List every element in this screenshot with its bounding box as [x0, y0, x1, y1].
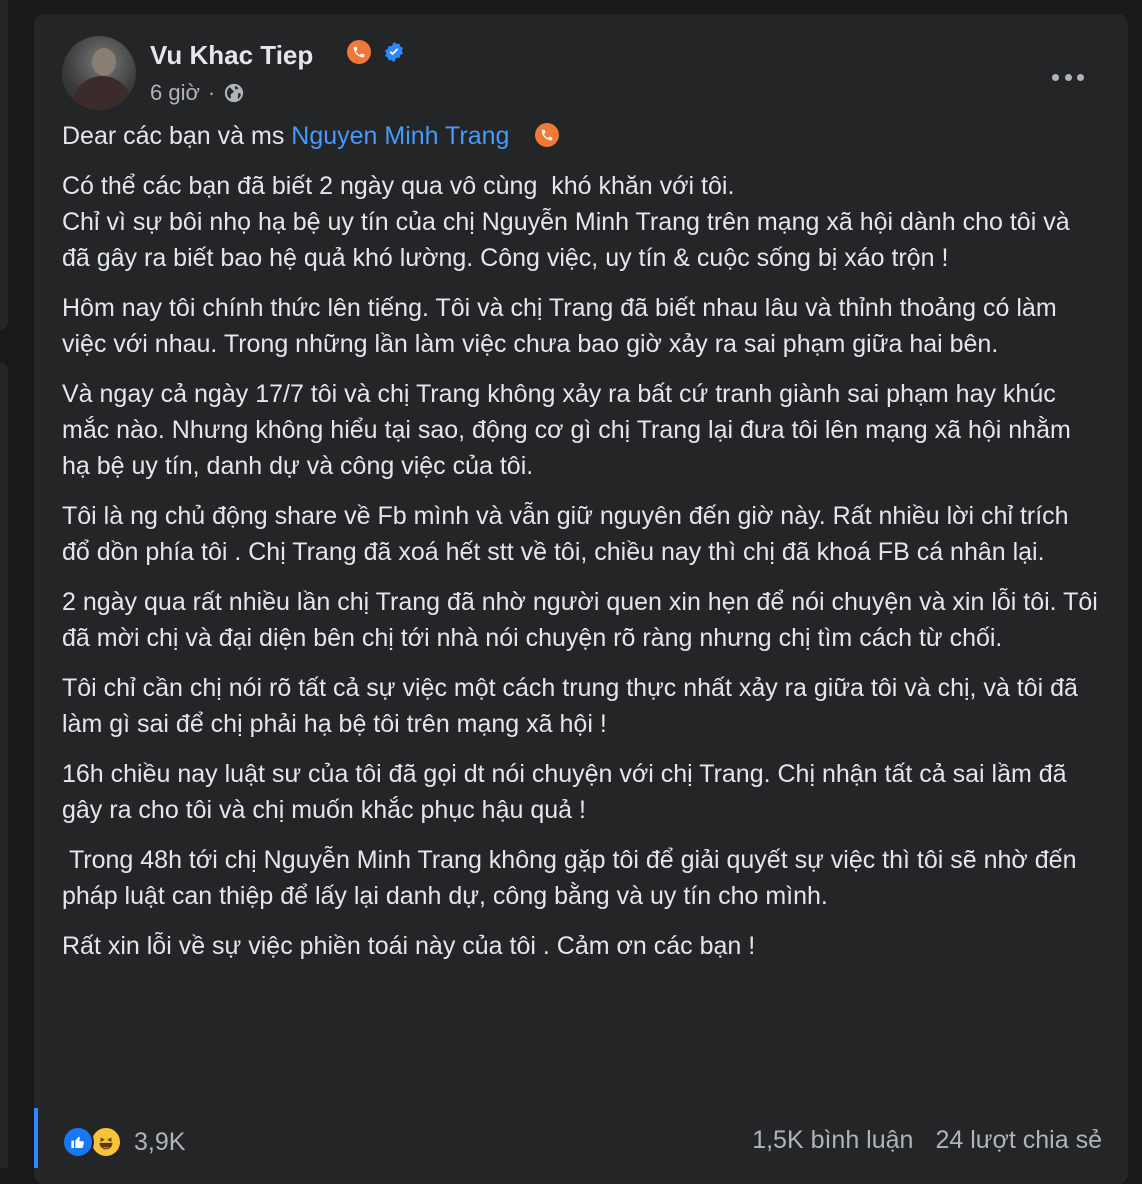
- globe-icon: [225, 83, 244, 103]
- comments-count[interactable]: 1,5K bình luận: [752, 1126, 913, 1155]
- post-card: Vu Khac Tiep 6 giờ · Dear các bạn và ms …: [34, 14, 1128, 1184]
- post-header: Vu Khac Tiep 6 giờ ·: [62, 36, 1128, 112]
- greeting-text: Dear các bạn và ms: [62, 122, 292, 150]
- page: Vu Khac Tiep 6 giờ · Dear các bạn và ms …: [0, 0, 1142, 1184]
- post-footer: 3,9K 1,5K bình luận 24 lượt chia sẻ: [62, 1126, 1102, 1166]
- reactions-summary[interactable]: 3,9K: [62, 1126, 185, 1158]
- verified-badge-icon: [385, 41, 403, 63]
- post-paragraph: Rất xin lỗi về sự việc phiền toái này củ…: [62, 932, 756, 960]
- post-paragraph: Hôm nay tôi chính thức lên tiếng. Tôi và…: [62, 294, 1064, 358]
- post-paragraph: Và ngay cả ngày 17/7 tôi và chị Trang kh…: [62, 380, 1078, 480]
- avatar-figure: [72, 76, 132, 110]
- post-meta: 6 giờ ·: [150, 80, 245, 106]
- post-paragraph: Tôi chỉ cần chị nói rõ tất cả sự việc mộ…: [62, 674, 1085, 738]
- post-paragraph: 16h chiều nay luật sư của tôi đã gọi dt …: [62, 760, 1074, 824]
- mention-link[interactable]: Nguyen Minh Trang: [291, 122, 509, 150]
- focus-indicator: [34, 1108, 38, 1168]
- more-options-icon[interactable]: [1052, 70, 1084, 84]
- avatar-head: [92, 48, 116, 76]
- shares-count[interactable]: 24 lượt chia sẻ: [935, 1126, 1102, 1155]
- left-panel-edge: [0, 0, 8, 330]
- reactions-count[interactable]: 3,9K: [134, 1128, 185, 1157]
- post-paragraph-greeting: Dear các bạn và ms Nguyen Minh Trang: [62, 118, 1102, 154]
- phone-icon: [535, 123, 560, 147]
- post-paragraph: Tôi là ng chủ động share về Fb mình và v…: [62, 502, 1076, 566]
- author-avatar[interactable]: [62, 36, 136, 110]
- phone-icon: [347, 40, 371, 64]
- haha-reaction-icon: [90, 1126, 122, 1158]
- post-body: Dear các bạn và ms Nguyen Minh Trang Có …: [62, 118, 1102, 978]
- post-paragraph: Trong 48h tới chị Nguyễn Minh Trang khôn…: [62, 846, 1084, 910]
- post-paragraph: 2 ngày qua rất nhiều lần chị Trang đã nh…: [62, 588, 1105, 652]
- post-paragraph: Có thể các bạn đã biết 2 ngày qua vô cùn…: [62, 172, 1070, 272]
- post-time[interactable]: 6 giờ: [150, 80, 200, 106]
- left-panel-edge-lower: [0, 362, 8, 1168]
- like-reaction-icon: [62, 1126, 94, 1158]
- meta-separator: ·: [207, 80, 216, 105]
- author-name[interactable]: Vu Khac Tiep: [150, 40, 313, 71]
- post-stats: 1,5K bình luận 24 lượt chia sẻ: [752, 1126, 1102, 1155]
